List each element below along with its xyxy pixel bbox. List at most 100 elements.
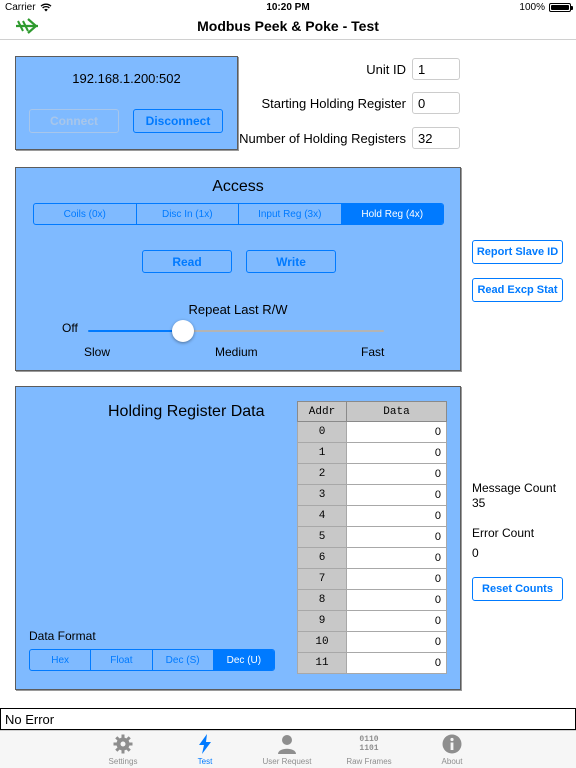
error-count-value: 0 <box>472 546 479 560</box>
lightning-icon <box>199 734 211 754</box>
connect-button[interactable]: Connect <box>29 109 119 133</box>
table-row: 10 <box>297 442 447 464</box>
register-count-label: Number of Holding Registers <box>239 131 406 146</box>
register-table-body: 0 0 1 0 2 0 3 0 4 0 5 0 6 0 7 0 8 0 9 0 10 0 11 0 <box>297 421 447 674</box>
data-panel: Holding Register Data Addr Data 00102030… <box>15 386 461 690</box>
write-button[interactable]: Write <box>246 250 336 273</box>
message-count-value: 35 <box>472 496 486 510</box>
table-row: 80 <box>297 589 447 611</box>
tick-slow: Slow <box>84 345 111 359</box>
register-address: 8 <box>297 589 347 611</box>
register-value[interactable]: 0 <box>346 484 447 506</box>
disconnect-button[interactable]: Disconnect <box>133 109 223 133</box>
server-address: 192.168.1.200:502 <box>72 71 181 86</box>
read-exception-status-button[interactable]: Read Excp Stat <box>472 278 563 302</box>
binary-icon-line-2: 1101 <box>359 744 379 753</box>
status-bar: Carrier 10:20 PM 100% <box>0 0 576 15</box>
battery-percent: 100% <box>519 2 545 13</box>
tab-raw-frames[interactable]: 0110 1101 Raw Frames <box>334 733 404 766</box>
starting-register-label: Starting Holding Register <box>261 96 406 111</box>
register-address: 11 <box>297 652 347 674</box>
access-title: Access <box>212 178 264 195</box>
repeat-label: Repeat Last R/W <box>188 302 288 317</box>
message-count-label: Message Count <box>472 481 557 495</box>
segment-coils[interactable]: Coils (0x) <box>34 204 137 224</box>
register-address: 1 <box>297 442 347 464</box>
register-address: 9 <box>297 610 347 632</box>
tick-medium: Medium <box>215 345 258 359</box>
gear-icon <box>113 734 133 754</box>
segment-holding-registers[interactable]: Hold Reg (4x) <box>341 204 443 224</box>
page-title: Modbus Peek & Poke - Test <box>197 18 379 34</box>
data-format-label: Data Format <box>29 629 96 643</box>
register-address: 6 <box>297 547 347 569</box>
binary-icon: 0110 1101 <box>334 733 404 755</box>
format-float[interactable]: Float <box>91 650 153 670</box>
register-address: 5 <box>297 526 347 548</box>
starting-register-field[interactable]: 0 <box>412 92 460 114</box>
tab-settings[interactable]: Settings <box>88 733 158 766</box>
register-value[interactable]: 0 <box>346 526 447 548</box>
table-row: 40 <box>297 505 447 527</box>
unit-id-field[interactable]: 1 <box>412 58 460 80</box>
format-dec-unsigned[interactable]: Dec (U) <box>213 650 274 670</box>
tab-user-request[interactable]: User Request <box>252 733 322 766</box>
tab-label-user-request: User Request <box>262 757 312 766</box>
register-address: 4 <box>297 505 347 527</box>
table-row: 11 0 <box>297 652 447 674</box>
register-address: 10 <box>297 631 347 653</box>
register-value[interactable]: 0 <box>346 631 447 653</box>
format-dec-signed[interactable]: Dec (S) <box>153 650 214 670</box>
person-icon <box>278 735 296 754</box>
connection-panel: 192.168.1.200:502 Connect Disconnect <box>15 56 238 150</box>
table-row: 60 <box>297 547 447 569</box>
status-time: 10:20 PM <box>266 2 310 13</box>
access-type-selector: Coils (0x) Disc In (1x) Input Reg (3x) H… <box>33 203 444 225</box>
tab-label-settings: Settings <box>108 757 138 766</box>
register-value[interactable]: 0 <box>346 505 447 527</box>
register-value[interactable]: 0 <box>346 652 447 674</box>
register-value[interactable]: 0 <box>346 610 447 632</box>
register-value[interactable]: 0 <box>346 463 447 485</box>
read-button[interactable]: Read <box>142 250 232 273</box>
register-value[interactable]: 0 <box>346 589 447 611</box>
error-status-bar: No Error <box>0 708 576 730</box>
table-row: 30 <box>297 484 447 506</box>
segment-discrete-inputs[interactable]: Disc In (1x) <box>137 204 239 224</box>
tab-about[interactable]: About <box>417 733 487 766</box>
report-slave-id-button[interactable]: Report Slave ID <box>472 240 563 264</box>
segment-input-registers[interactable]: Input Reg (3x) <box>239 204 342 224</box>
table-row: 10 0 <box>297 631 447 653</box>
slider-thumb[interactable] <box>172 320 194 342</box>
tab-test[interactable]: Test <box>170 733 240 766</box>
register-value[interactable]: 0 <box>346 421 447 443</box>
column-header-addr: Addr <box>297 401 347 422</box>
unit-id-label: Unit ID <box>366 62 406 77</box>
tick-fast: Fast <box>361 345 385 359</box>
info-icon <box>442 734 462 754</box>
access-panel: Access Coils (0x) Disc In (1x) Input Reg… <box>15 167 461 371</box>
register-value[interactable]: 0 <box>346 547 447 569</box>
error-count-label: Error Count <box>472 526 535 540</box>
status-right: 100% <box>519 2 573 13</box>
format-hex[interactable]: Hex <box>30 650 92 670</box>
repeat-slider[interactable] <box>88 320 384 342</box>
table-row: 50 <box>297 526 447 548</box>
register-address: 7 <box>297 568 347 590</box>
battery-icon <box>549 3 573 12</box>
tab-label-raw-frames: Raw Frames <box>346 757 392 766</box>
register-value[interactable]: 0 <box>346 568 447 590</box>
register-value[interactable]: 0 <box>346 442 447 464</box>
tab-label-test: Test <box>197 757 213 766</box>
tab-bar: Settings Test User Request 0110 1101 Raw… <box>0 730 576 768</box>
column-header-data: Data <box>346 401 447 422</box>
table-row: 70 <box>297 568 447 590</box>
table-row: 20 <box>297 463 447 485</box>
data-title: Holding Register Data <box>108 403 265 420</box>
table-row: 00 <box>297 421 447 443</box>
register-address: 0 <box>297 421 347 443</box>
register-count-field[interactable]: 32 <box>412 127 460 149</box>
tab-label-about: About <box>441 757 463 766</box>
reset-counts-button[interactable]: Reset Counts <box>472 577 563 601</box>
data-format-selector: Hex Float Dec (S) Dec (U) <box>29 649 275 671</box>
